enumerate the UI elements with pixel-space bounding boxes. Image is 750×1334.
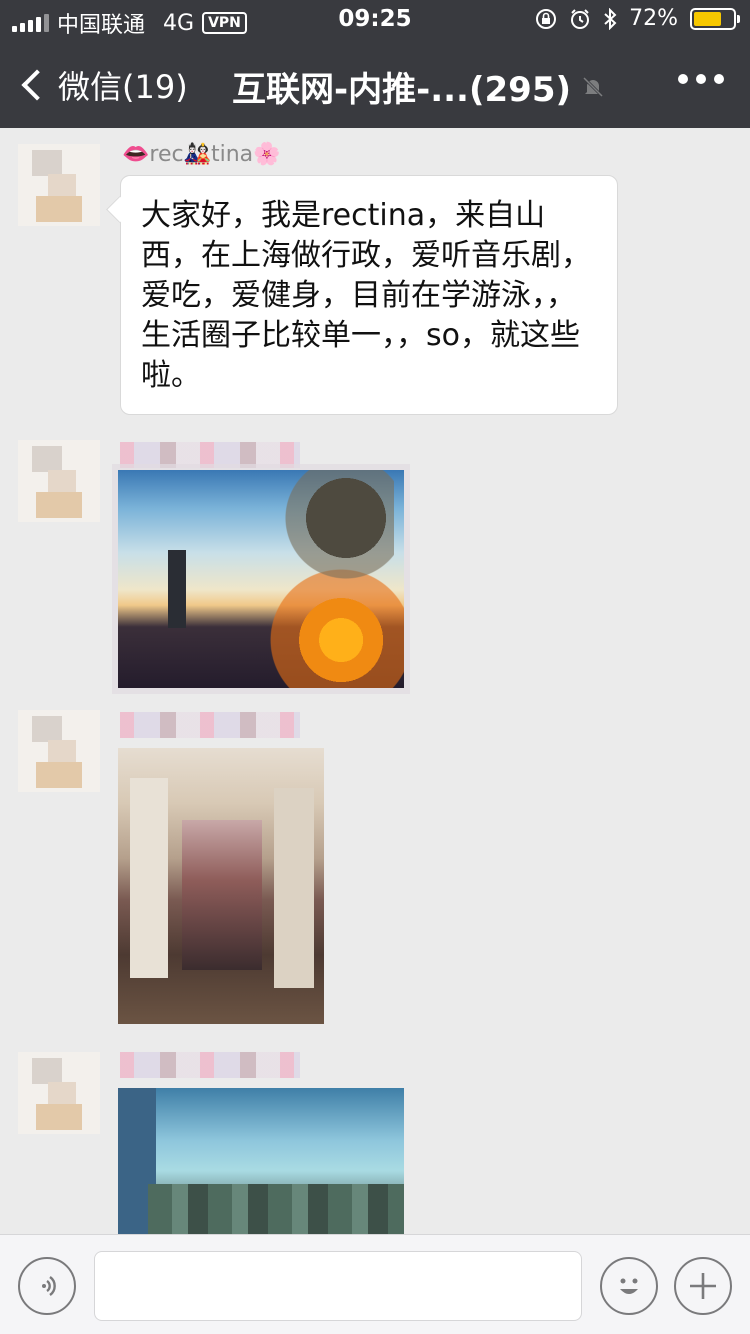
- sender-name-blurred: [120, 712, 300, 738]
- mute-bell-icon: [582, 76, 604, 97]
- more-dots-icon: [678, 74, 688, 84]
- input-bar: [0, 1234, 750, 1334]
- image-message-sunset[interactable]: [118, 470, 404, 688]
- chat-title: 互联网-内推-...(295): [232, 62, 605, 111]
- battery-level: [694, 11, 722, 26]
- emoji-icon: [620, 1278, 638, 1294]
- navigation-bar: 微信(19) 互联网-内推-...(295): [0, 40, 750, 128]
- back-label: 微信(19): [58, 68, 188, 106]
- orientation-lock-icon: [536, 8, 557, 29]
- top-bar: 中国联通 4G VPN 09:25 72% 微信(19) 互联网-内推-...(…: [0, 0, 750, 128]
- sender-name-blurred: [120, 1052, 300, 1078]
- avatar[interactable]: [18, 1052, 100, 1134]
- sender-name-blurred: [120, 442, 300, 468]
- chat-message-list[interactable]: 👄rec🎎tina🌸 大家好，我是rectina，来自山西，在上海做行政，爱听音…: [0, 128, 750, 1234]
- voice-icon: [42, 1276, 56, 1296]
- image-message-room[interactable]: [118, 748, 324, 1024]
- avatar[interactable]: [18, 440, 100, 522]
- image-message-sky[interactable]: [118, 1088, 404, 1234]
- more-options-button[interactable]: [678, 74, 724, 84]
- sender-name: 👄rec🎎tina🌸: [122, 142, 281, 167]
- status-bar: 中国联通 4G VPN 09:25 72%: [0, 0, 750, 40]
- group-name: 互联网-内推-...(295): [232, 70, 572, 110]
- message-input[interactable]: [94, 1251, 582, 1321]
- image-tree-shape: [274, 470, 394, 590]
- battery-percent: 72%: [629, 6, 678, 31]
- avatar[interactable]: [18, 144, 100, 226]
- message-bubble[interactable]: 大家好，我是rectina，来自山西，在上海做行政，爱听音乐剧，爱吃，爱健身，目…: [120, 175, 618, 415]
- back-button[interactable]: 微信(19): [18, 62, 188, 108]
- battery-icon: [690, 7, 740, 30]
- chevron-left-icon: [21, 69, 53, 101]
- alarm-icon: [571, 8, 590, 29]
- plus-icon: [690, 1273, 716, 1299]
- emoji-button[interactable]: [600, 1257, 658, 1315]
- plus-button[interactable]: [674, 1257, 732, 1315]
- bluetooth-icon: [604, 7, 617, 30]
- image-person-shape: [168, 550, 186, 628]
- avatar[interactable]: [18, 710, 100, 792]
- voice-button[interactable]: [18, 1257, 76, 1315]
